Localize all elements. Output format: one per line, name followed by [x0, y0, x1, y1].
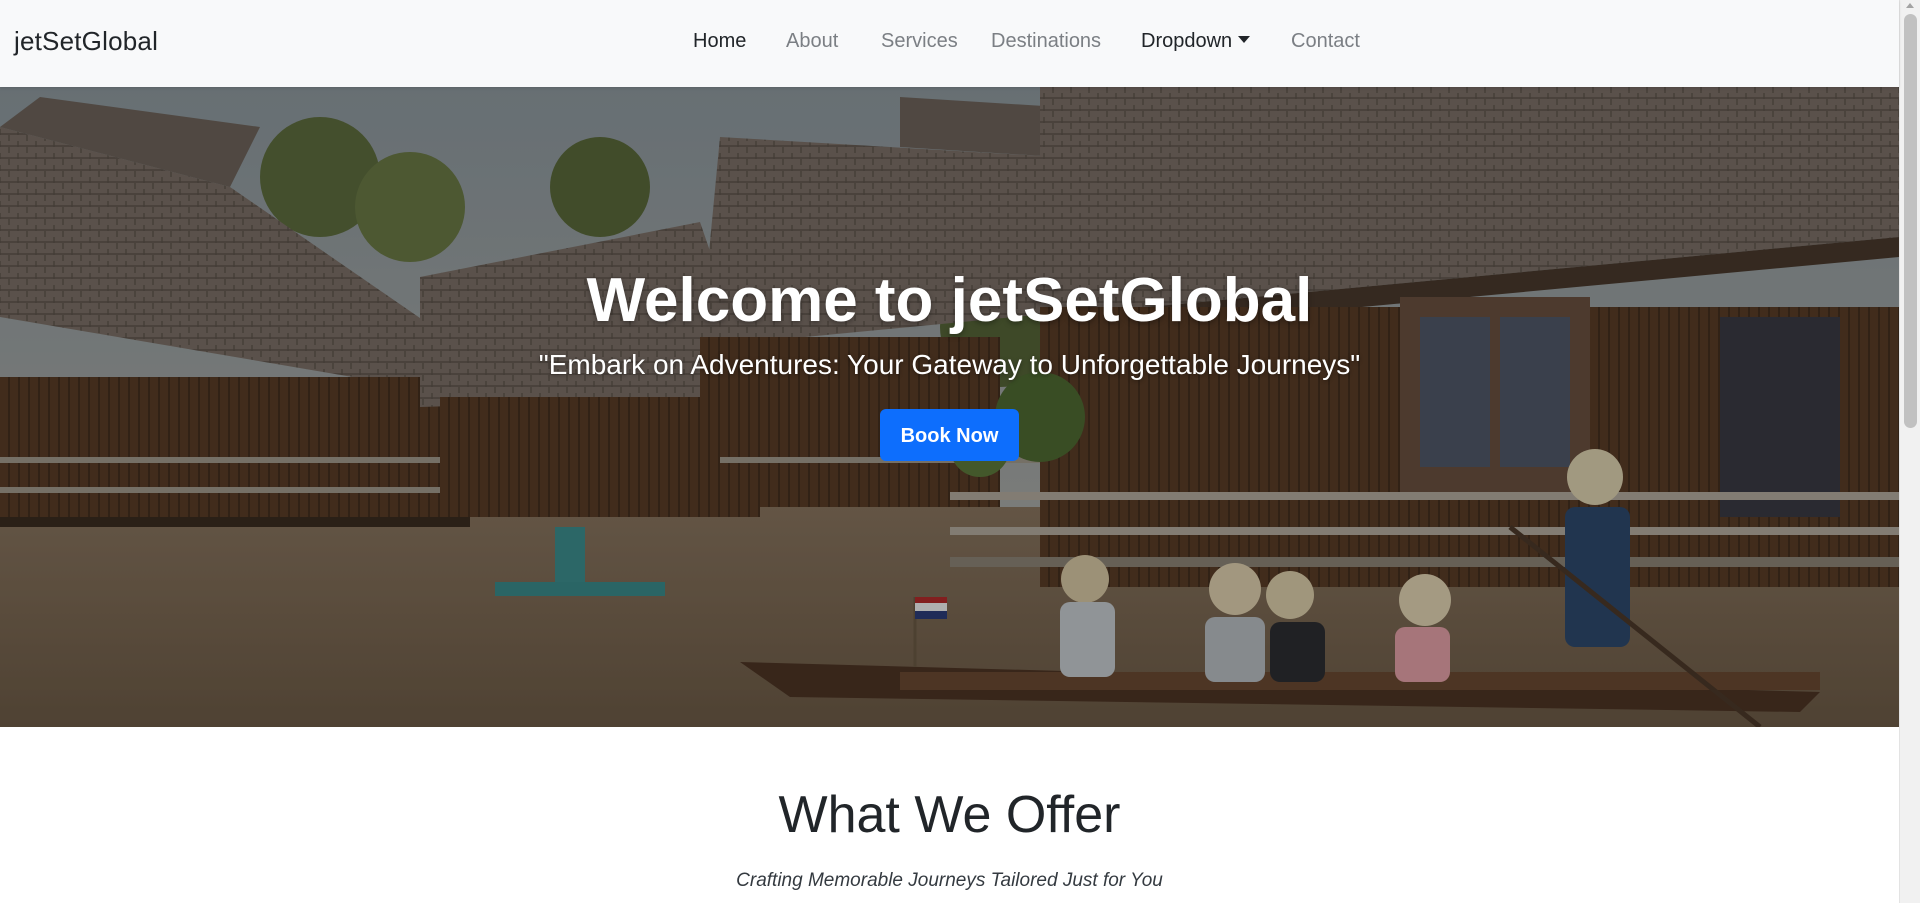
page-scrollbar[interactable] — [1899, 0, 1920, 903]
hero-overlay — [0, 87, 1899, 727]
offer-section-title: What We Offer — [778, 786, 1121, 844]
nav-links: Home About Services Destinations Dropdow… — [0, 0, 1899, 87]
hero-title: Welcome to jetSetGlobal — [586, 266, 1313, 335]
hero-subtitle: "Embark on Adventures: Your Gateway to U… — [538, 349, 1361, 380]
nav-dropdown[interactable]: Dropdown — [1141, 30, 1251, 53]
navbar: jetSetGlobal Home About Services Destina… — [0, 0, 1899, 87]
scrollbar-thumb[interactable] — [1904, 14, 1917, 428]
hero-section: Welcome to jetSetGlobal "Embark on Adven… — [0, 87, 1899, 727]
scroll-up-icon[interactable] — [1906, 3, 1914, 8]
book-now-button[interactable]: Book Now — [880, 409, 1019, 461]
nav-destinations[interactable]: Destinations — [991, 30, 1101, 53]
caret-down-icon — [1238, 36, 1251, 43]
offer-section-subtitle: Crafting Memorable Journeys Tailored Jus… — [736, 870, 1163, 891]
nav-about[interactable]: About — [786, 30, 838, 53]
nav-home[interactable]: Home — [693, 30, 746, 53]
nav-services[interactable]: Services — [881, 30, 958, 53]
nav-contact[interactable]: Contact — [1291, 30, 1360, 53]
nav-dropdown-label: Dropdown — [1141, 30, 1233, 52]
